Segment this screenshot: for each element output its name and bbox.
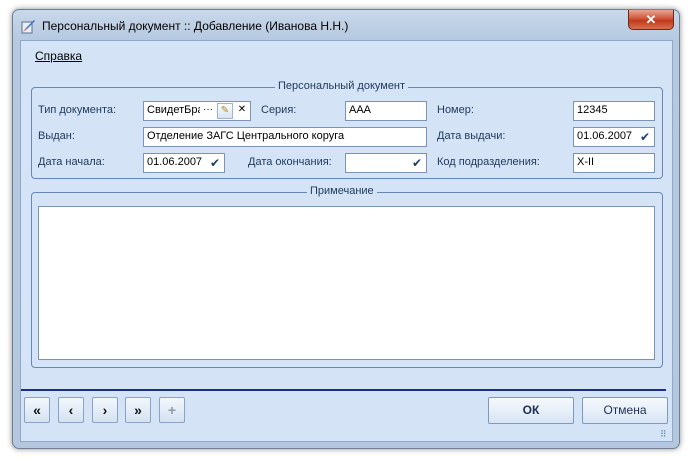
prev-record-button[interactable]: ‹ <box>58 397 84 423</box>
resize-grip-icon[interactable]: ⠿ <box>660 429 670 439</box>
ok-button[interactable]: ОК <box>488 397 574 424</box>
issued-by-input[interactable]: Отделение ЗАГС Центрального коруга <box>143 127 427 147</box>
close-button[interactable]: ✕ <box>628 10 674 30</box>
end-date-picker[interactable]: ✔ <box>345 153 427 173</box>
edit-icon[interactable]: ✎ <box>217 103 233 119</box>
document-group-legend: Персональный документ <box>275 80 409 92</box>
dialog-body: Справка Персональный документ Тип докуме… <box>20 40 673 442</box>
cancel-button[interactable]: Отмена <box>582 397 668 424</box>
number-input[interactable]: 12345 <box>573 101 655 121</box>
issue-date-value: 01.06.2007 <box>577 130 633 142</box>
issue-date-label: Дата выдачи: <box>437 130 506 142</box>
dept-code-input[interactable]: X-II <box>573 153 655 173</box>
title-bar[interactable]: Персональный документ :: Добавление (Ива… <box>13 10 679 40</box>
start-date-label: Дата начала: <box>38 156 105 168</box>
issued-by-label: Выдан: <box>38 130 75 142</box>
dept-code-label: Код подразделения: <box>437 156 540 168</box>
window-title: Персональный документ :: Добавление (Ива… <box>42 19 349 33</box>
note-group: Примечание <box>31 185 663 368</box>
series-label: Серия: <box>261 104 297 116</box>
doc-type-label: Тип документа: <box>38 104 117 116</box>
number-label: Номер: <box>437 104 474 116</box>
end-date-label: Дата окончания: <box>248 156 332 168</box>
start-date-picker[interactable]: 01.06.2007 ✔ <box>143 153 225 173</box>
note-group-legend: Примечание <box>307 185 377 197</box>
check-icon[interactable]: ✔ <box>638 129 652 145</box>
next-record-button[interactable]: › <box>92 397 118 423</box>
doc-type-field[interactable]: СвидетБрак ··· ✎ ✕ <box>143 101 251 121</box>
add-record-button[interactable]: + <box>159 397 185 423</box>
check-icon[interactable]: ✔ <box>410 155 424 171</box>
app-icon <box>21 20 35 34</box>
check-icon[interactable]: ✔ <box>208 155 222 171</box>
document-group: Персональный документ Тип документа: Сви… <box>31 80 663 179</box>
note-textarea[interactable] <box>38 206 655 360</box>
first-record-button[interactable]: « <box>24 397 50 423</box>
clear-icon[interactable]: ✕ <box>234 103 250 119</box>
dialog-window: Персональный документ :: Добавление (Ива… <box>12 9 680 449</box>
menu-help[interactable]: Справка <box>35 49 82 63</box>
last-record-button[interactable]: » <box>125 397 151 423</box>
series-input[interactable]: ААА <box>345 101 427 121</box>
issue-date-picker[interactable]: 01.06.2007 ✔ <box>573 127 655 147</box>
start-date-value: 01.06.2007 <box>147 156 203 168</box>
ellipsis-icon[interactable]: ··· <box>200 103 216 119</box>
separator <box>21 389 666 391</box>
